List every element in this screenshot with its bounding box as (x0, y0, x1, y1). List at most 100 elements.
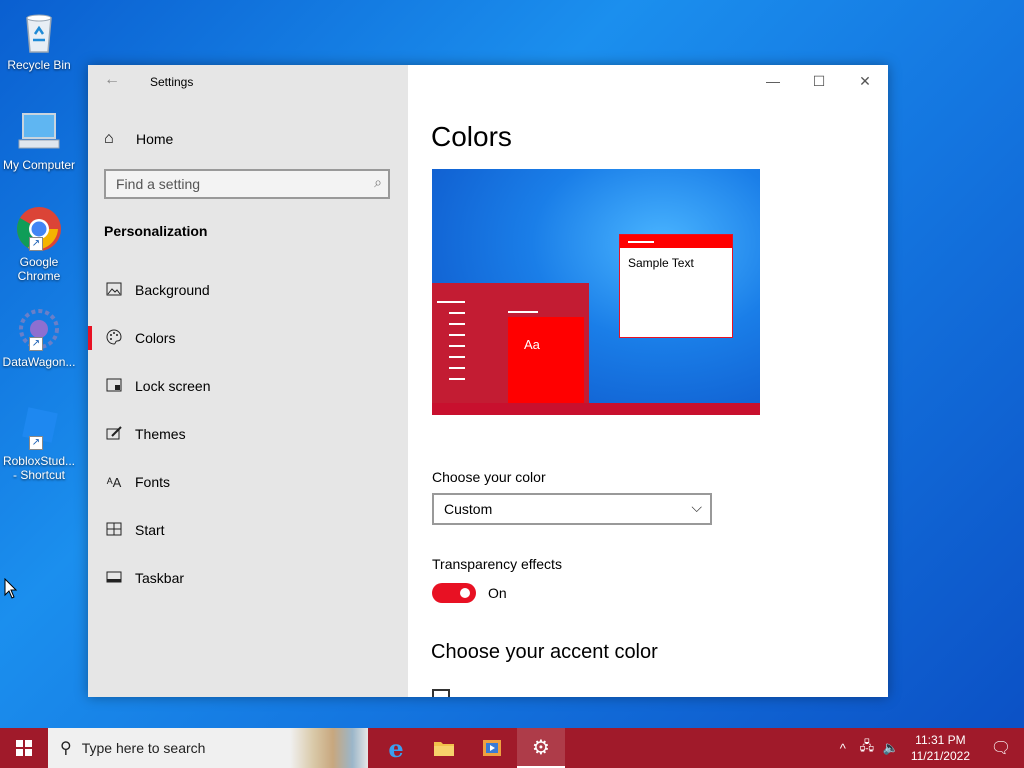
page-title: Colors (431, 121, 512, 152)
chrome-icon: ↗ (15, 205, 63, 253)
preview-tile: Aa (508, 317, 584, 403)
desktop-icon-label: DataWagon... (2, 355, 76, 369)
shortcut-arrow-icon: ↗ (29, 337, 43, 351)
nav-home-label: Home (136, 131, 174, 147)
settings-content: — ☐ ✕ Colors Aa Sample Text Choose your … (408, 65, 888, 697)
preview-tile-text: Aa (524, 337, 540, 352)
nav-item-label: Fonts (135, 474, 171, 490)
gear-icon: ⚙ (532, 736, 550, 759)
clock-date: 11/21/2022 (910, 749, 970, 763)
desktop-icon-recycle-bin[interactable]: Recycle Bin (0, 8, 78, 72)
search-input[interactable] (106, 171, 356, 197)
search-highlight-image (290, 728, 368, 768)
palette-icon (104, 328, 124, 348)
transparency-state: On (488, 585, 507, 601)
auto-accent-checkbox[interactable] (432, 689, 450, 697)
settings-search[interactable]: ⌕ (104, 169, 390, 199)
media-player-icon (483, 740, 501, 756)
recycle-bin-icon (15, 8, 63, 56)
nav-item-lock-screen[interactable]: Lock screen (88, 362, 408, 410)
network-icon[interactable]: 🖧 (855, 737, 879, 759)
preview-sample-window: Sample Text (619, 234, 733, 338)
preview-tile-bar (508, 311, 538, 313)
preview-taskbar (432, 403, 760, 415)
accent-color-title: Choose your accent color (431, 641, 658, 663)
desktop-icon-label: RobloxStud... - Shortcut (2, 454, 76, 482)
back-arrow-icon[interactable]: ← (104, 71, 120, 89)
nav-item-taskbar[interactable]: Taskbar (88, 554, 408, 602)
nav-item-colors[interactable]: Colors (88, 314, 408, 362)
choose-color-dropdown[interactable]: Custom ⌵ (432, 493, 712, 525)
transparency-label: Transparency effects (432, 556, 562, 572)
system-tray: ^ 🖧 🔈 11:31 PM 11/21/2022 🗨 (831, 728, 1024, 768)
dropdown-value: Custom (444, 501, 493, 517)
minimize-button[interactable]: — (750, 65, 796, 97)
nav-item-label: Lock screen (135, 378, 211, 394)
font-icon: ᴬA (106, 474, 122, 490)
toggle-knob (460, 588, 470, 598)
nav-item-label: Colors (135, 330, 176, 346)
desktop-icon-label: Recycle Bin (7, 58, 71, 72)
mouse-cursor-icon (4, 578, 18, 599)
lock-screen-icon (104, 378, 124, 395)
taskbar: ⚲ Type here to search e ⚙ ^ 🖧 🔈 11:31 PM… (0, 728, 1024, 768)
search-icon: ⌕ (374, 174, 382, 190)
desktop-icon-roblox-studio[interactable]: ↗ RobloxStud... - Shortcut (0, 404, 78, 482)
desktop-icon-my-computer[interactable]: My Computer (0, 108, 78, 172)
taskbar-search[interactable]: ⚲ Type here to search (48, 728, 368, 768)
nav-list: Background Colors Lock screen Themes ᴬA … (88, 266, 408, 602)
nav-item-start[interactable]: Start (88, 506, 408, 554)
clock[interactable]: 11:31 PM 11/21/2022 (911, 732, 970, 764)
search-icon: ⚲ (60, 740, 72, 757)
internet-explorer-icon: e (388, 733, 404, 763)
windows-logo-icon (16, 740, 32, 756)
desktop-icon-google-chrome[interactable]: ↗ Google Chrome (0, 205, 78, 283)
color-preview: Aa Sample Text (432, 169, 760, 415)
nav-item-label: Background (135, 282, 210, 298)
settings-window: ← Settings ⌂ Home ⌕ Personalization Back… (88, 65, 888, 697)
shortcut-arrow-icon: ↗ (29, 436, 43, 450)
notification-icon[interactable]: 🗨 (978, 738, 1024, 758)
start-button[interactable] (0, 728, 48, 768)
maximize-button[interactable]: ☐ (796, 65, 842, 97)
taskbar-file-explorer[interactable] (420, 728, 468, 768)
nav-item-themes[interactable]: Themes (88, 410, 408, 458)
title-bar: ← Settings (88, 65, 408, 99)
shortcut-arrow-icon: ↗ (29, 237, 43, 251)
folder-icon (434, 742, 454, 756)
taskbar-icon (104, 570, 124, 586)
section-title: Personalization (104, 223, 208, 239)
preview-sample-text: Sample Text (628, 256, 694, 270)
datawagon-icon: ↗ (15, 305, 63, 353)
transparency-toggle[interactable] (432, 583, 476, 603)
window-controls: — ☐ ✕ (750, 65, 888, 97)
brush-icon (104, 425, 124, 444)
desktop-icon-label: Google Chrome (17, 255, 61, 283)
preview-start-list (437, 301, 467, 389)
desktop-icon-datawagon[interactable]: ↗ DataWagon... (0, 305, 78, 369)
close-button[interactable]: ✕ (842, 65, 888, 97)
taskbar-media-app[interactable] (468, 728, 516, 768)
image-icon (104, 282, 124, 299)
taskbar-search-placeholder: Type here to search (81, 740, 206, 756)
start-icon (104, 522, 124, 539)
desktop-icon-label: My Computer (2, 158, 76, 172)
nav-item-label: Start (135, 522, 165, 538)
home-icon: ⌂ (104, 130, 114, 147)
window-title: Settings (150, 75, 194, 89)
clock-time: 11:31 PM (915, 733, 966, 747)
choose-color-label: Choose your color (432, 469, 546, 485)
chevron-up-icon[interactable]: ^ (831, 741, 855, 756)
nav-home[interactable]: ⌂ Home (104, 127, 173, 151)
chevron-down-icon: ⌵ (691, 499, 702, 515)
taskbar-settings[interactable]: ⚙ (517, 728, 565, 768)
preview-window-titlebar (620, 235, 732, 248)
nav-item-label: Taskbar (135, 570, 185, 586)
settings-nav-pane: ← Settings ⌂ Home ⌕ Personalization Back… (88, 65, 408, 697)
nav-item-fonts[interactable]: ᴬA Fonts (88, 458, 408, 506)
taskbar-internet-explorer[interactable]: e (372, 728, 420, 768)
nav-item-background[interactable]: Background (88, 266, 408, 314)
roblox-studio-icon: ↗ (15, 404, 63, 452)
volume-icon[interactable]: 🔈 (879, 740, 903, 756)
computer-icon (15, 108, 63, 156)
